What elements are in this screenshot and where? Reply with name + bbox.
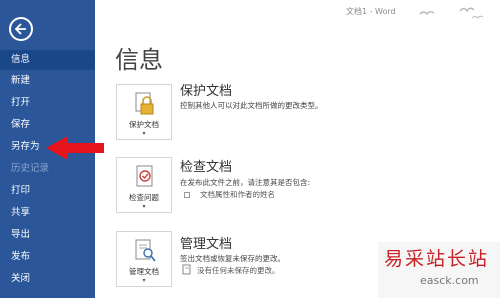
document-check-icon bbox=[136, 165, 153, 187]
lock-icon bbox=[135, 92, 154, 115]
manage-document-title: 管理文档 bbox=[180, 237, 233, 252]
inspect-document-title: 检查文档 bbox=[180, 160, 233, 175]
document-small-icon bbox=[182, 264, 191, 275]
back-arrow-icon bbox=[14, 23, 26, 35]
watermark-sub-text: easck.com bbox=[420, 274, 479, 287]
manage-document-button[interactable]: 管理文档 ▾ bbox=[116, 231, 172, 287]
birds-decoration-icon bbox=[419, 7, 484, 19]
chevron-down-icon: ▾ bbox=[142, 203, 146, 210]
window-title: 文档1 - Word bbox=[346, 7, 396, 16]
chevron-down-icon: ▾ bbox=[142, 277, 146, 284]
check-for-issues-button[interactable]: 检查问题 ▾ bbox=[116, 157, 172, 213]
protect-document-title: 保护文档 bbox=[180, 84, 233, 99]
sidebar-item-print[interactable]: 打印 bbox=[0, 181, 95, 201]
protect-document-label: 保护文档 bbox=[129, 120, 159, 129]
sidebar-item-info[interactable]: 信息 bbox=[0, 50, 95, 70]
check-for-issues-label: 检查问题 bbox=[129, 193, 159, 202]
protect-document-button[interactable]: 保护文档 ▾ bbox=[116, 84, 172, 140]
manage-document-description: 签出文档或恢复未保存的更改。 bbox=[180, 254, 285, 263]
manage-document-subitem: 没有任何未保存的更改。 bbox=[197, 266, 280, 275]
inspect-document-subitem: 文档属性和作者的姓名 bbox=[200, 190, 275, 199]
sidebar-item-share[interactable]: 共享 bbox=[0, 203, 95, 223]
manage-document-label: 管理文档 bbox=[129, 267, 159, 276]
sidebar-item-publish[interactable]: 发布 bbox=[0, 247, 95, 267]
back-button[interactable] bbox=[9, 17, 33, 41]
sidebar-item-history: 历史记录 bbox=[11, 163, 50, 174]
sidebar-item-open[interactable]: 打开 bbox=[0, 93, 95, 113]
sidebar-item-close[interactable]: 关闭 bbox=[0, 269, 95, 289]
sidebar-item-save[interactable]: 保存 bbox=[0, 115, 95, 135]
document-search-icon bbox=[135, 239, 156, 262]
chevron-down-icon: ▾ bbox=[142, 130, 146, 137]
bullet-square-icon bbox=[184, 192, 190, 198]
sidebar-item-export[interactable]: 导出 bbox=[0, 225, 95, 245]
inspect-document-description: 在发布此文件之前，请注意其是否包含: bbox=[180, 178, 311, 187]
page-title: 信息 bbox=[115, 46, 163, 74]
sidebar-item-new[interactable]: 新建 bbox=[0, 71, 95, 91]
annotation-arrow-icon bbox=[46, 136, 104, 160]
site-watermark: 易采站长站 easck.com bbox=[378, 242, 500, 298]
protect-document-description: 控制其他人可以对此文档所做的更改类型。 bbox=[180, 101, 323, 110]
watermark-main-text: 易采站长站 bbox=[384, 248, 490, 270]
